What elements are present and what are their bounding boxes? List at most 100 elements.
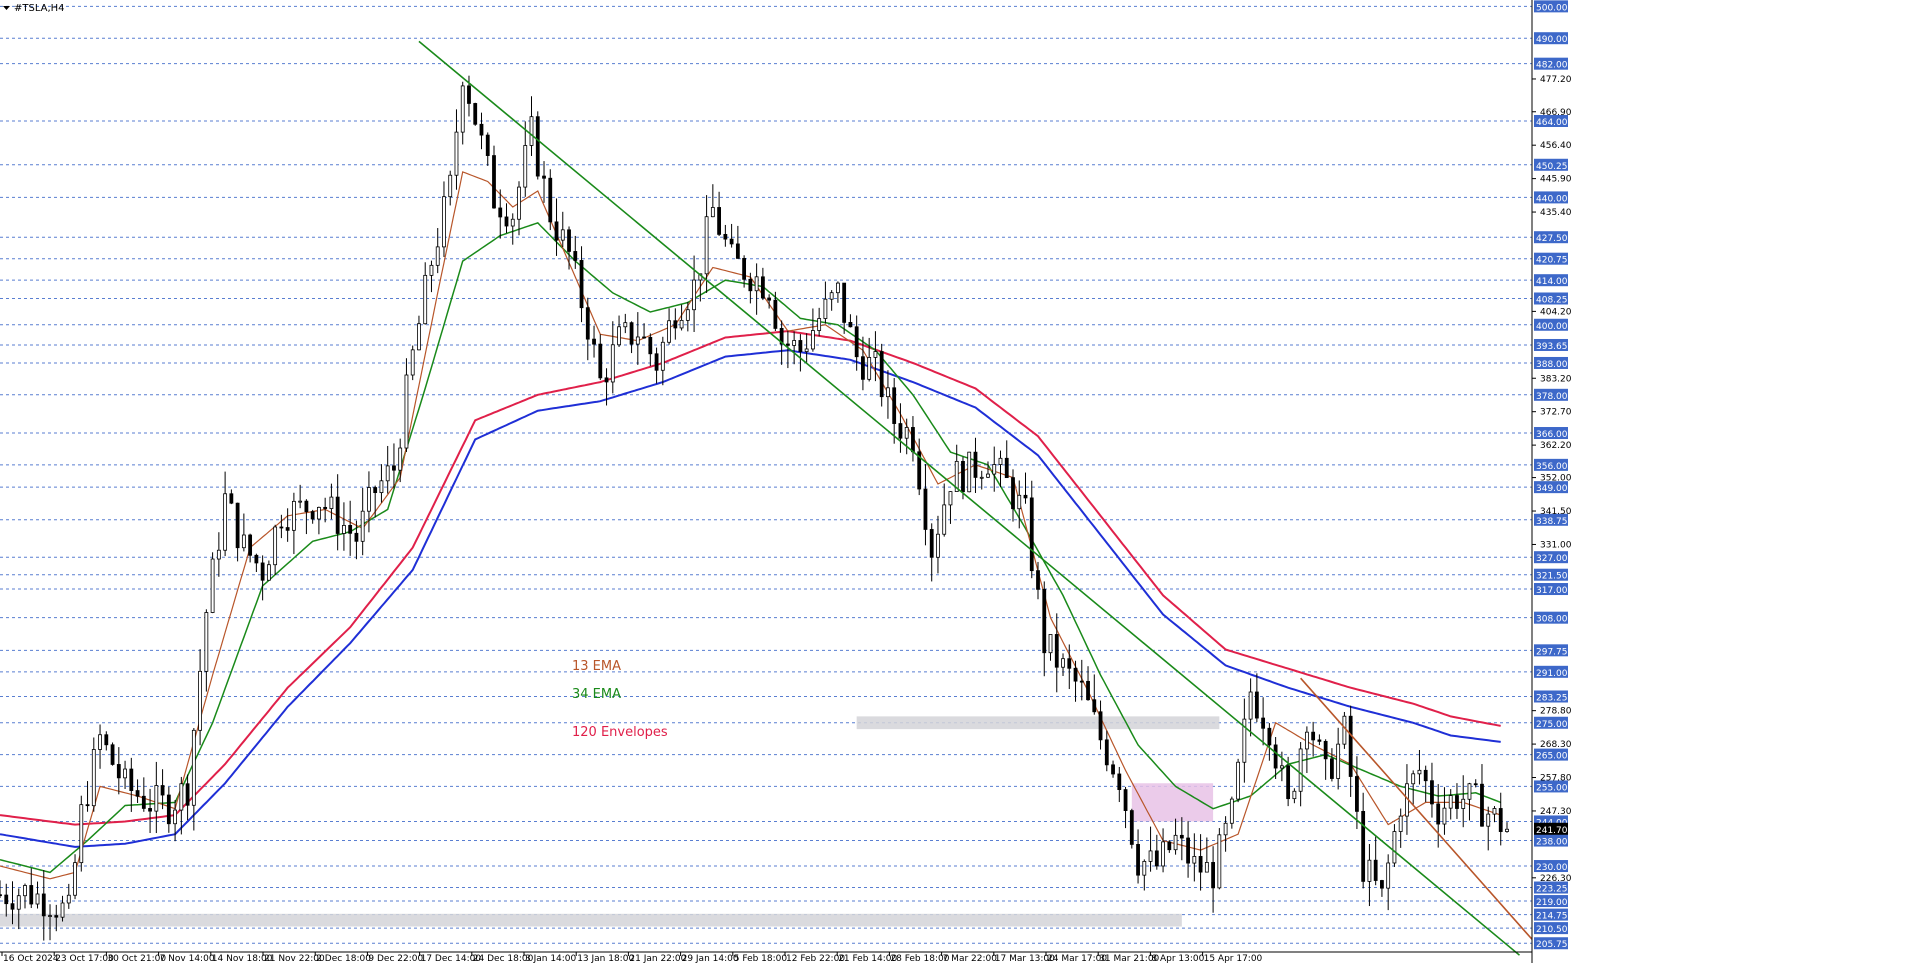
candle-body-76 [473, 103, 478, 125]
candle-body-195 [1217, 834, 1222, 889]
candle-body-66 [410, 349, 415, 376]
candle-body-211 [1317, 739, 1322, 742]
candle-body-234 [1461, 798, 1466, 809]
candle-body-38 [235, 502, 240, 549]
time-label-18: 7 Mar 22:00 [943, 954, 998, 963]
candle-body-45 [279, 526, 284, 529]
candle-body-214 [1336, 743, 1341, 779]
time-label-12: 21 Jan 22:00 [629, 954, 686, 963]
candle-body-209 [1304, 731, 1309, 750]
candle-body-19 [116, 764, 121, 779]
candle-body-108 [673, 320, 678, 329]
level-label-30: 230.00 [1536, 863, 1568, 873]
candle-body-46 [285, 527, 290, 531]
candle-body-83 [517, 186, 521, 220]
axis-tick-label-8: 404.20 [1540, 307, 1572, 317]
time-label-23: 15 Apr 17:00 [1204, 954, 1263, 963]
candle-body-138 [861, 356, 865, 380]
candle-body-174 [1086, 680, 1090, 701]
level-label-25: 275.00 [1536, 720, 1568, 730]
candle-body-190 [1186, 837, 1190, 864]
candle-body-89 [554, 221, 559, 241]
candle-body-217 [1355, 776, 1359, 812]
level-label-20: 317.00 [1536, 586, 1568, 596]
candle-body-142 [886, 387, 890, 398]
candle-body-197 [1229, 798, 1234, 824]
candle-body-13 [79, 804, 84, 864]
candle-body-16 [98, 734, 102, 750]
candle-body-241 [1505, 828, 1509, 832]
candle-body-205 [1279, 765, 1284, 769]
candle-body-78 [485, 134, 490, 156]
level-label-24: 283.25 [1536, 693, 1568, 703]
level-label-32: 219.00 [1536, 898, 1568, 908]
candle-body-164 [1023, 494, 1028, 499]
level-label-19: 321.50 [1536, 572, 1568, 582]
candle-body-155 [967, 451, 972, 493]
price-chart[interactable]: 500.00 490.00 482.00 464.00 450.25 440.00 427.… [0, 0, 1916, 964]
candle-body-235 [1467, 783, 1472, 800]
candle-body-44 [273, 526, 278, 566]
candle-body-145 [904, 427, 909, 439]
candle-body-218 [1361, 810, 1366, 882]
time-label-16: 21 Feb 14:00 [838, 954, 897, 963]
candle-body-144 [898, 423, 903, 439]
candle-body-113 [704, 216, 709, 275]
candle-body-48 [298, 500, 303, 503]
candle-body-236 [1473, 783, 1478, 786]
time-label-0: 16 Oct 2024 [3, 954, 59, 963]
candle-body-196 [1223, 822, 1228, 836]
candle-body-6 [35, 893, 40, 905]
candle-body-99 [617, 326, 621, 346]
level-label-4: 450.25 [1536, 162, 1568, 172]
candle-body-187 [1167, 841, 1172, 851]
candle-body-118 [735, 243, 740, 259]
candle-body-63 [392, 465, 396, 471]
axis-tick-label-9: 383.20 [1540, 374, 1572, 384]
level-label-23: 291.00 [1536, 669, 1568, 679]
candle-body-140 [873, 351, 878, 358]
candle-body-17 [104, 734, 109, 746]
chart-window: 500.00 490.00 482.00 464.00 450.25 440.00 427.… [0, 0, 1916, 964]
candle-body-86 [535, 116, 540, 177]
candle-body-69 [429, 264, 434, 276]
candle-body-180 [1123, 789, 1128, 811]
level-label-1: 490.00 [1536, 35, 1568, 45]
level-label-11: 393.65 [1536, 342, 1568, 352]
candle-body-11 [66, 894, 71, 904]
candle-body-52 [323, 506, 328, 509]
candle-body-61 [379, 480, 384, 494]
axis-tick-label-13: 341.50 [1540, 507, 1572, 517]
candle-body-47 [291, 500, 296, 531]
candle-body-162 [1011, 477, 1015, 510]
candle-body-122 [760, 276, 765, 299]
axis-tick-label-12: 352.00 [1540, 474, 1572, 484]
candle-body-14 [85, 804, 90, 807]
candle-body-208 [1298, 748, 1303, 792]
candle-body-0 [0, 894, 2, 897]
time-label-3: 7 Nov 14:00 [160, 954, 215, 963]
candle-body-64 [398, 447, 403, 471]
level-label-14: 366.00 [1536, 430, 1568, 440]
candle-body-21 [129, 768, 134, 791]
level-label-13: 378.00 [1536, 392, 1568, 402]
level-label-8: 414.00 [1536, 277, 1568, 287]
candle-body-206 [1286, 765, 1291, 800]
candle-body-120 [748, 278, 753, 292]
zone-grey-0 [856, 716, 1220, 730]
candle-body-175 [1092, 699, 1097, 713]
candle-body-183 [1142, 860, 1147, 876]
candle-body-133 [829, 292, 834, 300]
axis-tick-label-20: 257.80 [1540, 774, 1572, 784]
candle-body-75 [467, 85, 471, 104]
axis-tick-label-3: 466.90 [1540, 108, 1572, 118]
candle-body-72 [448, 174, 453, 198]
candle-body-95 [592, 338, 596, 345]
level-label-35: 205.75 [1536, 940, 1568, 950]
time-label-7: 9 Dec 22:00 [368, 954, 423, 963]
level-label-12: 388.00 [1536, 360, 1568, 370]
candle-body-159 [992, 464, 997, 475]
time-label-17: 28 Feb 18:00 [890, 954, 949, 963]
level-label-18: 327.00 [1536, 554, 1568, 564]
candle-body-233 [1455, 795, 1459, 809]
